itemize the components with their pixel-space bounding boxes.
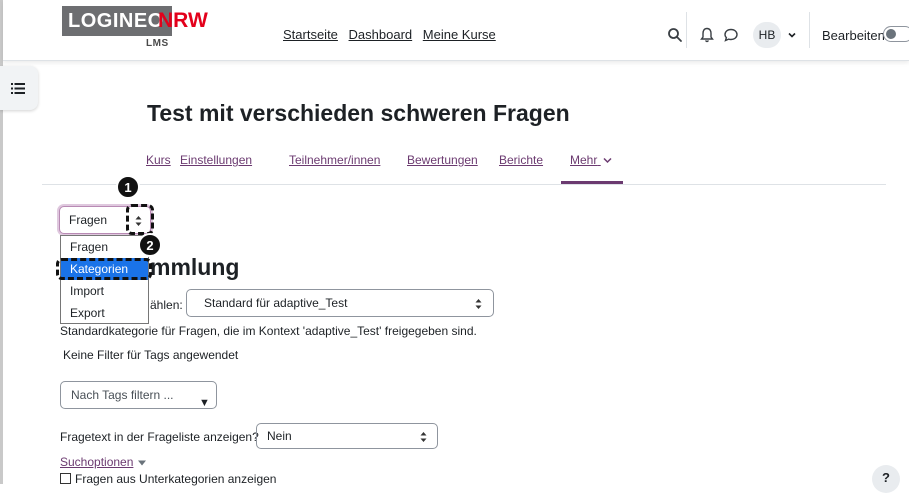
category-select-label: ählen:	[150, 298, 183, 312]
tab-teilnehmer[interactable]: Teilnehmer/innen	[289, 153, 380, 167]
question-text-select[interactable]: Nein	[256, 423, 438, 449]
divider	[809, 12, 810, 48]
edit-mode-toggle[interactable]	[883, 26, 909, 42]
nav-link-startseite[interactable]: Startseite	[283, 27, 338, 42]
nav-link-meine-kurse[interactable]: Meine Kurse	[423, 27, 496, 42]
tab-bewertungen[interactable]: Bewertungen	[407, 153, 478, 167]
tab-kurs[interactable]: Kurs	[146, 153, 171, 167]
chevron-down-icon	[603, 157, 612, 164]
top-navbar: LOGINEO NRW LMS Startseite Dashboard Mei…	[3, 0, 909, 61]
nav-link-dashboard[interactable]: Dashboard	[349, 27, 413, 42]
category-description: Standardkategorie für Fragen, die im Kon…	[60, 324, 477, 338]
logo-brand: LOGINEO	[62, 6, 172, 36]
select-arrows-icon	[420, 432, 427, 442]
option-fragen[interactable]: Fragen	[61, 236, 148, 258]
divider	[686, 12, 687, 48]
question-text-value: Nein	[267, 429, 292, 443]
user-avatar[interactable]: HB	[753, 22, 781, 48]
tag-filter-placeholder: Nach Tags filtern ...	[71, 388, 174, 402]
edit-mode-label: Bearbeiten	[822, 28, 885, 43]
divider	[42, 184, 886, 185]
select-arrows-icon	[475, 299, 482, 309]
category-select-value: Standard für adaptive_Test	[204, 296, 348, 310]
option-import[interactable]: Import	[61, 280, 148, 302]
chat-icon[interactable]	[722, 26, 740, 44]
category-select[interactable]: Standard für adaptive_Test	[186, 289, 494, 317]
question-text-label: Fragetext in der Frageliste anzeigen?	[60, 430, 259, 444]
logo-region: NRW	[158, 9, 208, 32]
question-bank-heading: mmlung	[150, 254, 240, 280]
search-icon[interactable]	[666, 26, 684, 44]
select-value: Fragen	[69, 213, 108, 227]
subcategories-checkbox[interactable]	[60, 473, 71, 484]
chevron-down-icon[interactable]	[787, 30, 797, 40]
logo[interactable]: LOGINEO NRW LMS	[62, 6, 208, 56]
primary-nav: Startseite Dashboard Meine Kurse	[283, 27, 503, 42]
list-icon	[11, 83, 25, 94]
logo-sub: LMS	[146, 38, 169, 49]
tab-berichte[interactable]: Berichte	[499, 153, 543, 167]
page-title: Test mit verschieden schweren Fragen	[147, 100, 570, 126]
help-button[interactable]: ?	[872, 465, 900, 493]
step-badge-1: 1	[116, 175, 140, 199]
step-badge-2: 2	[138, 233, 162, 257]
tab-mehr[interactable]: Mehr	[570, 153, 612, 167]
course-index-toggle[interactable]	[0, 66, 38, 110]
toggle-knob	[886, 29, 896, 39]
option-export[interactable]: Export	[61, 302, 148, 324]
annotation-highlight-1	[126, 204, 154, 235]
annotation-highlight-2	[56, 258, 152, 280]
search-options-link[interactable]: Suchoptionen	[60, 455, 133, 469]
tab-einstellungen[interactable]: Einstellungen	[180, 153, 252, 167]
tag-filter-input[interactable]: Nach Tags filtern ... ▼	[60, 381, 217, 409]
down-triangle-icon: ▼	[199, 397, 210, 409]
tag-filter-note: Keine Filter für Tags angewendet	[63, 348, 239, 362]
bell-icon[interactable]	[698, 26, 716, 44]
caret-down-icon[interactable]	[137, 459, 147, 467]
